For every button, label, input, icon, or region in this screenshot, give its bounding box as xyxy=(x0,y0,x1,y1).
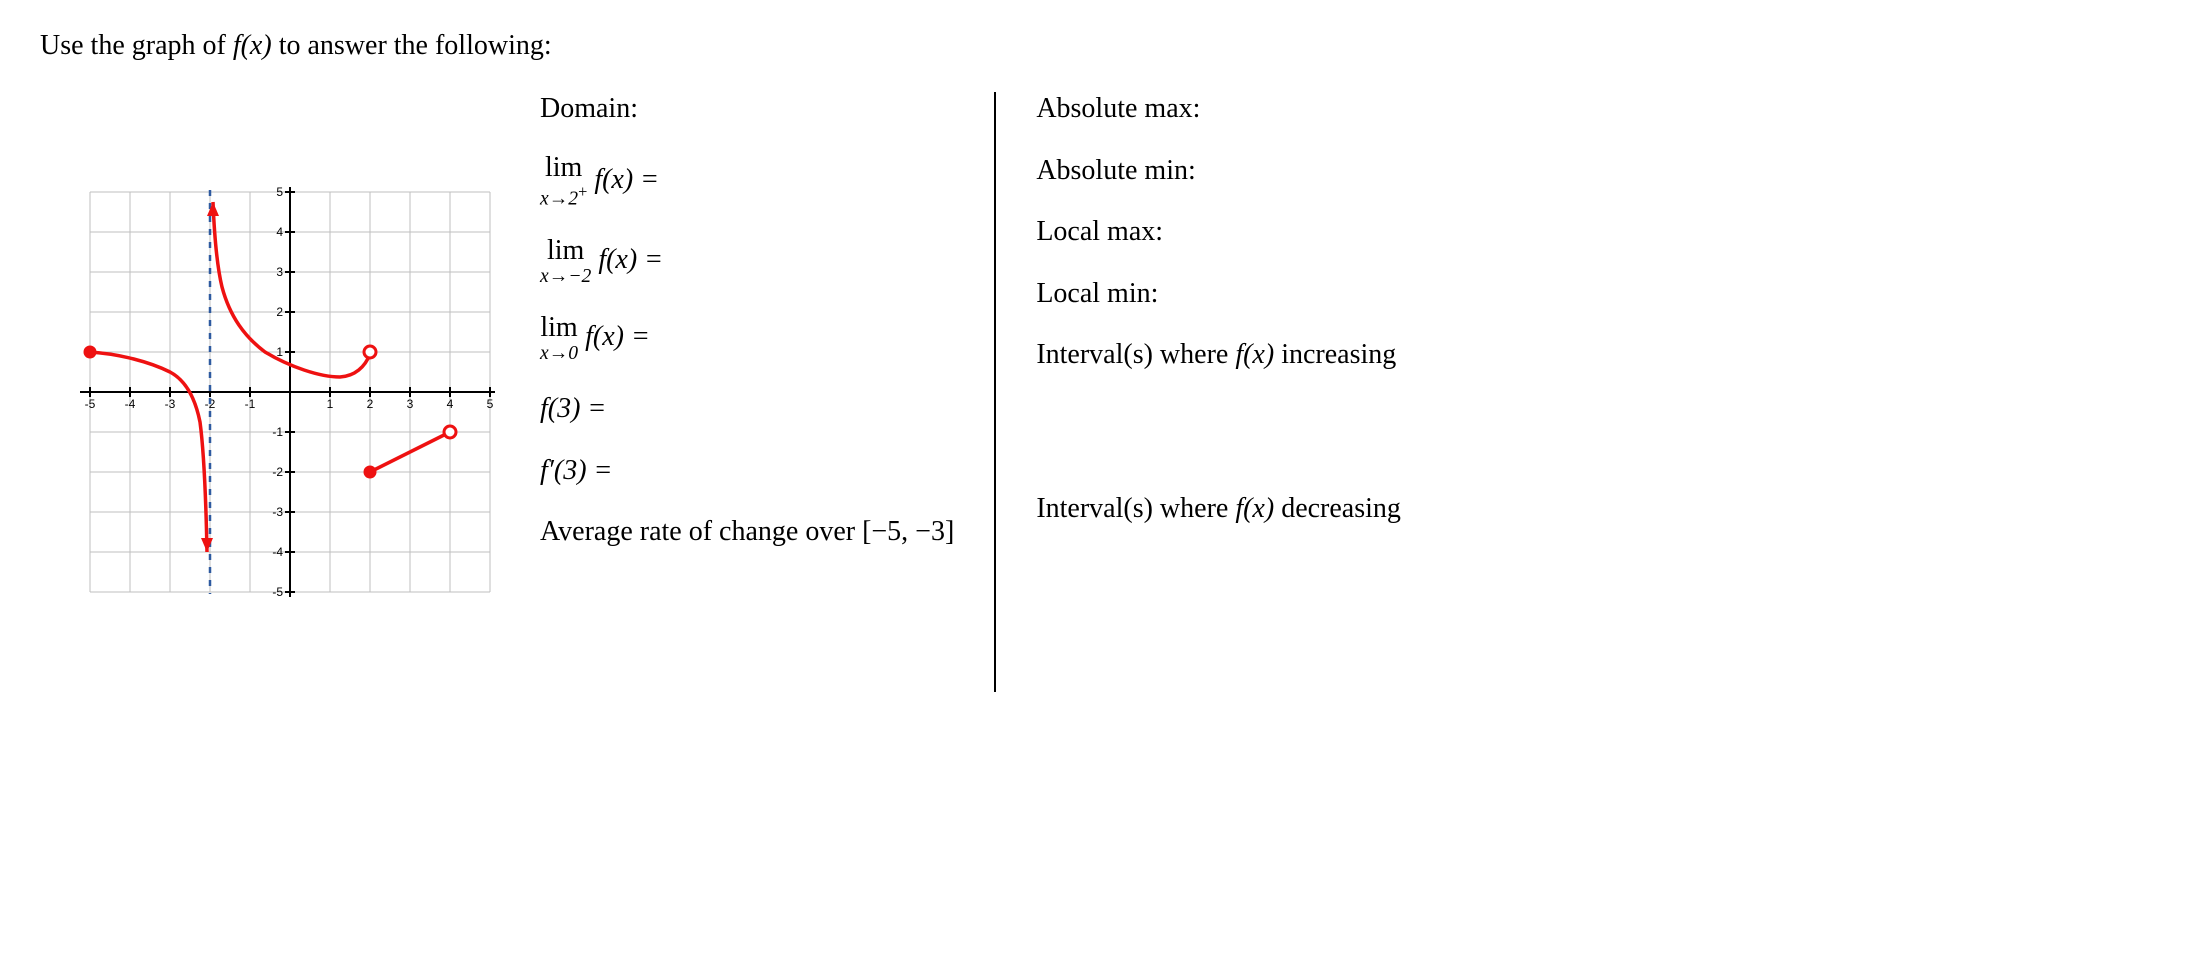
question-limit-neg2: lim x→−2 f(x) = xyxy=(540,237,954,287)
question-local-max: Local max: xyxy=(1036,215,1401,249)
question-domain: Domain: xyxy=(540,92,954,126)
function-graph: -5 -4 -3 -2 -1 1 2 3 4 5 5 4 3 2 1 xyxy=(40,172,500,612)
graph-wrap: -5 -4 -3 -2 -1 1 2 3 4 5 5 4 3 2 1 xyxy=(40,92,500,612)
svg-text:-1: -1 xyxy=(245,397,256,411)
svg-text:3: 3 xyxy=(276,265,283,279)
question-f3: f(3) = xyxy=(540,392,954,426)
curve-piece2 xyxy=(213,202,370,377)
prompt-suffix: to answer the following: xyxy=(272,30,552,61)
closed-point-neg5-1 xyxy=(84,346,96,358)
svg-text:-1: -1 xyxy=(272,425,283,439)
svg-text:2: 2 xyxy=(367,397,374,411)
svg-text:-4: -4 xyxy=(125,397,136,411)
question-abs-min: Absolute min: xyxy=(1036,154,1401,188)
svg-text:-2: -2 xyxy=(272,465,283,479)
svg-text:4: 4 xyxy=(276,225,283,239)
svg-text:-3: -3 xyxy=(165,397,176,411)
svg-text:-5: -5 xyxy=(85,397,96,411)
curve-piece1 xyxy=(90,352,207,552)
svg-text:-3: -3 xyxy=(272,505,283,519)
open-point-2-1 xyxy=(364,346,376,358)
questions-col-1: Domain: lim x→2+ f(x) = lim x→−2 f(x) = … xyxy=(500,92,996,692)
question-avg-rate: Average rate of change over [−5, −3] xyxy=(540,515,954,549)
svg-text:3: 3 xyxy=(407,397,414,411)
svg-text:5: 5 xyxy=(487,397,494,411)
question-limit-2plus: lim x→2+ f(x) = xyxy=(540,154,954,209)
prompt-line: Use the graph of f(x) to answer the foll… xyxy=(40,30,2160,62)
svg-text:5: 5 xyxy=(276,185,283,199)
content-row: -5 -4 -3 -2 -1 1 2 3 4 5 5 4 3 2 1 xyxy=(40,92,2160,692)
open-point-4-neg1 xyxy=(444,426,456,438)
question-limit-0: lim x→0 f(x) = xyxy=(540,314,954,364)
svg-text:1: 1 xyxy=(327,397,334,411)
question-local-min: Local min: xyxy=(1036,277,1401,311)
svg-text:2: 2 xyxy=(276,305,283,319)
svg-text:-4: -4 xyxy=(272,545,283,559)
svg-text:4: 4 xyxy=(447,397,454,411)
question-abs-max: Absolute max: xyxy=(1036,92,1401,126)
question-decreasing: Interval(s) where f(x) decreasing xyxy=(1036,492,1401,526)
questions-col-2: Absolute max: Absolute min: Local max: L… xyxy=(996,92,1401,554)
svg-text:-5: -5 xyxy=(272,585,283,599)
prompt-prefix: Use the graph of xyxy=(40,30,233,61)
closed-point-2-neg2 xyxy=(364,466,376,478)
prompt-func: f(x) xyxy=(233,30,272,61)
question-fprime3: f′(3) = xyxy=(540,454,954,488)
question-increasing: Interval(s) where f(x) increasing xyxy=(1036,338,1401,372)
